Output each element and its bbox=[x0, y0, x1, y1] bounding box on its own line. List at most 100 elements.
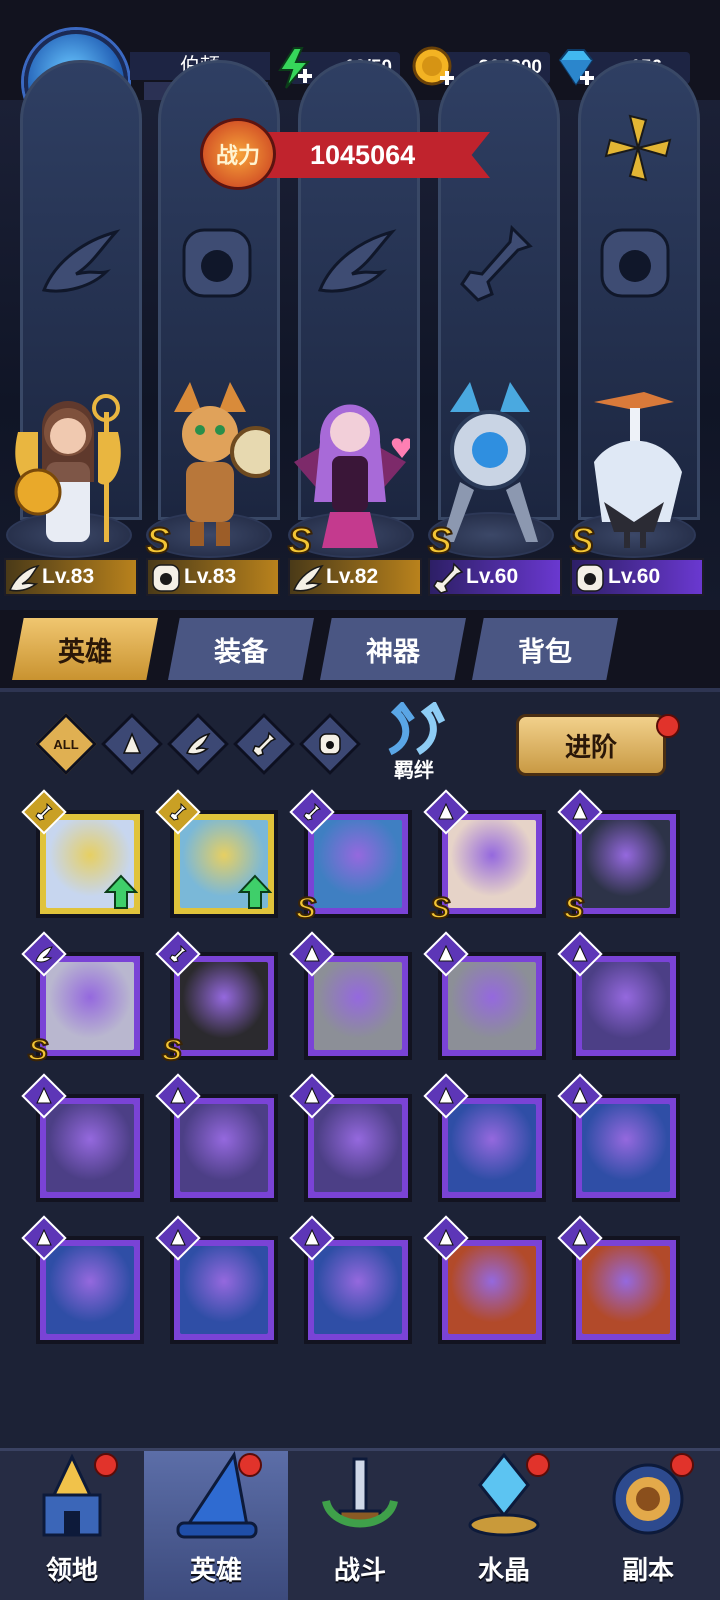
tab-artifacts[interactable]: 神器 bbox=[320, 618, 466, 680]
hero-portrait bbox=[180, 1104, 268, 1192]
nav-territory[interactable]: 领地 bbox=[0, 1451, 144, 1600]
hero-card[interactable] bbox=[557, 1073, 680, 1202]
hero-level-bar[interactable]: Lv.82 bbox=[288, 558, 422, 596]
nav-battle[interactable]: 战斗 bbox=[288, 1451, 432, 1600]
hero-portrait bbox=[46, 1246, 134, 1334]
tank-icon bbox=[438, 803, 454, 820]
hero-goddess-figure[interactable] bbox=[8, 372, 128, 552]
hero-card[interactable] bbox=[155, 1073, 278, 1202]
advance-notification-dot bbox=[656, 714, 680, 738]
nav-crystal[interactable]: 水晶 bbox=[432, 1451, 576, 1600]
rank-s-badge: S bbox=[287, 519, 313, 562]
wrench-icon bbox=[35, 803, 53, 821]
wrench-icon bbox=[433, 562, 464, 594]
hero-card[interactable] bbox=[289, 1215, 412, 1344]
advance-button[interactable]: 进阶 bbox=[516, 714, 666, 776]
hero-roster-panel: ALL 羁绊 进阶 S S S S S bbox=[0, 688, 720, 1448]
rank-s-badge: S bbox=[563, 891, 585, 926]
hero-card[interactable] bbox=[423, 1073, 546, 1202]
combat-power-banner: 战力 1045064 bbox=[200, 118, 500, 190]
nav-heroes[interactable]: 英雄 bbox=[144, 1451, 288, 1600]
shield-emblem-icon bbox=[182, 228, 252, 298]
hero-card[interactable] bbox=[289, 931, 412, 1060]
tank-icon bbox=[572, 1087, 588, 1104]
hero-portrait bbox=[582, 962, 670, 1050]
wrench-emblem-icon bbox=[460, 224, 533, 302]
crystal-notification-dot bbox=[526, 1453, 550, 1477]
bond-label: 羁绊 bbox=[394, 760, 434, 782]
hero-portrait bbox=[314, 962, 402, 1050]
hero-portrait bbox=[582, 820, 670, 908]
hero-portrait bbox=[582, 1104, 670, 1192]
hero-card-grid: S S S S S bbox=[21, 789, 686, 1450]
upgrade-arrow-icon bbox=[238, 874, 272, 909]
wing-emblem-icon bbox=[317, 229, 397, 293]
hero-card[interactable]: S bbox=[289, 789, 412, 926]
hero-portrait bbox=[582, 1246, 670, 1334]
hero-card[interactable] bbox=[155, 789, 278, 918]
power-badge: 战力 bbox=[200, 118, 276, 190]
tab-equipment[interactable]: 装备 bbox=[168, 618, 314, 680]
rank-s-badge: S bbox=[427, 519, 453, 562]
tank-icon bbox=[438, 945, 454, 962]
hero-level-bar[interactable]: Lv.83 bbox=[4, 558, 138, 596]
hero-card[interactable] bbox=[21, 1215, 144, 1344]
pinwheel-settings-icon[interactable] bbox=[600, 110, 676, 186]
filter-all[interactable]: ALL bbox=[34, 712, 98, 776]
hero-card[interactable]: S bbox=[423, 789, 546, 926]
hero-card[interactable] bbox=[423, 931, 546, 1060]
wrench-icon bbox=[169, 945, 187, 963]
hero-card[interactable] bbox=[557, 931, 680, 1060]
bond-arrows-icon bbox=[388, 702, 446, 756]
filter-shield[interactable] bbox=[298, 712, 362, 776]
hero-card[interactable]: S bbox=[155, 931, 278, 1068]
nav-label: 领地 bbox=[45, 1555, 98, 1585]
filter-tank[interactable] bbox=[100, 712, 164, 776]
upgrade-arrow-icon bbox=[104, 874, 138, 909]
shield-icon bbox=[319, 733, 341, 755]
wing-icon bbox=[8, 564, 40, 592]
shield-emblem-icon bbox=[600, 228, 670, 298]
tab-backpack[interactable]: 背包 bbox=[472, 618, 618, 680]
hero-level-bar[interactable]: Lv.60 bbox=[570, 558, 704, 596]
hero-card[interactable] bbox=[289, 1073, 412, 1202]
hero-portrait bbox=[448, 820, 536, 908]
rank-s-badge: S bbox=[295, 891, 317, 926]
tank-icon bbox=[304, 1229, 320, 1246]
hero-card[interactable]: S bbox=[557, 789, 680, 926]
hero-level-text: Lv.82 bbox=[326, 565, 379, 588]
filter-wrench[interactable] bbox=[232, 712, 296, 776]
shield-icon bbox=[152, 564, 180, 592]
hero-portrait bbox=[448, 1104, 536, 1192]
tab-heroes[interactable]: 英雄 bbox=[12, 618, 158, 680]
territory-notification-dot bbox=[94, 1453, 118, 1477]
tank-icon bbox=[304, 1087, 320, 1104]
rank-s-badge: S bbox=[161, 1033, 183, 1068]
dungeon-notification-dot bbox=[670, 1453, 694, 1477]
rank-s-badge: S bbox=[27, 1033, 49, 1068]
hero-card[interactable] bbox=[557, 1215, 680, 1344]
hero-portrait bbox=[448, 1246, 536, 1334]
wing-icon bbox=[35, 946, 53, 963]
wing-icon bbox=[186, 732, 211, 755]
bond-button[interactable]: 羁绊 bbox=[372, 702, 456, 786]
hero-level-bar[interactable]: Lv.83 bbox=[146, 558, 280, 596]
hero-level-text: Lv.83 bbox=[184, 565, 237, 588]
filter-wing[interactable] bbox=[166, 712, 230, 776]
nav-label: 水晶 bbox=[477, 1555, 530, 1585]
hero-card[interactable] bbox=[21, 1073, 144, 1202]
class-filter-bar: ALL bbox=[30, 712, 362, 776]
hero-card[interactable] bbox=[155, 1215, 278, 1344]
tank-icon bbox=[572, 1229, 588, 1246]
tank-icon bbox=[304, 945, 320, 962]
hero-level-bar[interactable]: Lv.60 bbox=[428, 558, 562, 596]
hero-portrait bbox=[180, 962, 268, 1050]
hero-card[interactable] bbox=[21, 789, 144, 918]
rank-s-badge: S bbox=[429, 891, 451, 926]
shield-icon bbox=[576, 564, 604, 592]
filter-all-label: ALL bbox=[53, 736, 79, 752]
hero-card[interactable] bbox=[423, 1215, 546, 1344]
hero-portrait bbox=[314, 1246, 402, 1334]
hero-card[interactable]: S bbox=[21, 931, 144, 1068]
nav-dungeon[interactable]: 副本 bbox=[576, 1451, 720, 1600]
